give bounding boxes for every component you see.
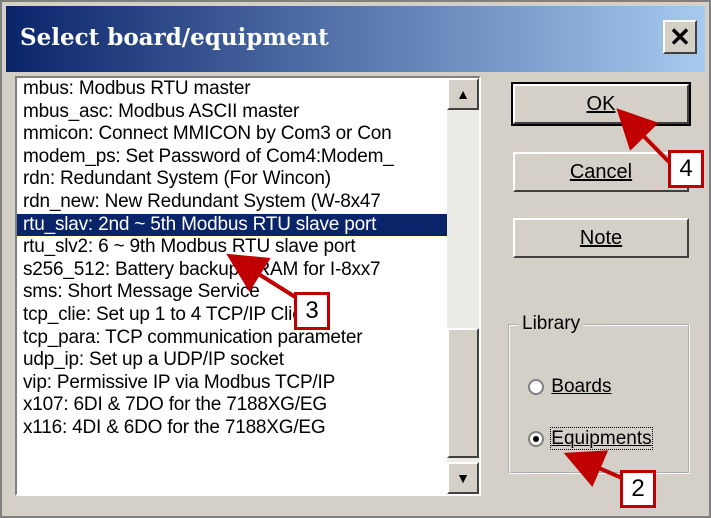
callout-3: 3 xyxy=(294,292,330,330)
ok-button[interactable]: OK xyxy=(511,82,691,126)
board-equipment-listbox[interactable]: mbus: Modbus RTU master mbus_asc: Modbus… xyxy=(15,76,481,496)
scroll-down-button[interactable]: ▼ xyxy=(447,462,479,494)
list-item[interactable]: rdn: Redundant System (For Wincon) xyxy=(17,168,447,191)
callout-4: 4 xyxy=(668,150,704,188)
list-item-selected[interactable]: rtu_slav: 2nd ~ 5th Modbus RTU slave por… xyxy=(17,212,447,238)
cancel-button[interactable]: Cancel xyxy=(513,152,689,192)
select-board-dialog: Select board/equipment ✕ mbus: Modbus RT… xyxy=(0,0,711,518)
cancel-button-label: Cancel xyxy=(569,161,633,183)
list-item[interactable]: tcp_clie: Set up 1 to 4 TCP/IP Client xyxy=(17,304,447,327)
radio-boards[interactable]: Boards xyxy=(528,376,611,398)
window-title: Select board/equipment xyxy=(20,24,329,51)
radio-boards-icon[interactable] xyxy=(528,379,544,395)
library-groupbox: Library Boards Equipments xyxy=(508,313,690,474)
list-item[interactable]: s256_512: Battery backup SRAM for I-8xx7 xyxy=(17,259,447,282)
note-button[interactable]: Note xyxy=(513,218,689,258)
list-item[interactable]: mmicon: Connect MMICON by Com3 or Con xyxy=(17,123,447,146)
list-item[interactable]: rtu_slv2: 6 ~ 9th Modbus RTU slave port xyxy=(17,236,447,259)
title-bar[interactable]: Select board/equipment ✕ xyxy=(6,6,705,72)
scroll-down-icon: ▼ xyxy=(456,470,470,486)
list-items: mbus: Modbus RTU master mbus_asc: Modbus… xyxy=(17,78,447,494)
close-icon: ✕ xyxy=(669,22,691,52)
vertical-scrollbar[interactable]: ▲ ▼ xyxy=(447,78,479,494)
scroll-up-icon: ▲ xyxy=(456,86,470,102)
list-item[interactable]: mbus_asc: Modbus ASCII master xyxy=(17,101,447,124)
scroll-thumb[interactable] xyxy=(447,328,479,458)
list-item[interactable]: tcp_para: TCP communication parameter xyxy=(17,327,447,350)
note-button-label: Note xyxy=(579,227,623,249)
callout-2: 2 xyxy=(620,470,656,508)
list-item[interactable]: x107: 6DI & 7DO for the 7188XG/EG xyxy=(17,394,447,417)
radio-equipments-icon[interactable] xyxy=(528,431,544,447)
radio-equipments-label: Equipments xyxy=(550,427,653,450)
list-item[interactable]: udp_ip: Set up a UDP/IP socket xyxy=(17,349,447,372)
scroll-up-button[interactable]: ▲ xyxy=(447,78,479,110)
list-item[interactable]: vip: Permissive IP via Modbus TCP/IP xyxy=(17,372,447,395)
list-item[interactable]: modem_ps: Set Password of Com4:Modem_ xyxy=(17,146,447,169)
radio-equipments[interactable]: Equipments xyxy=(528,427,653,450)
radio-boards-label: Boards xyxy=(551,376,612,397)
ok-button-label: OK xyxy=(586,93,616,115)
list-item[interactable]: mbus: Modbus RTU master xyxy=(17,78,447,101)
list-item[interactable]: x116: 4DI & 6DO for the 7188XG/EG xyxy=(17,417,447,440)
close-button[interactable]: ✕ xyxy=(663,20,697,54)
list-item[interactable]: sms: Short Message Service xyxy=(17,281,447,304)
list-item[interactable]: rdn_new: New Redundant System (W-8x47 xyxy=(17,191,447,214)
library-label: Library xyxy=(518,313,585,335)
